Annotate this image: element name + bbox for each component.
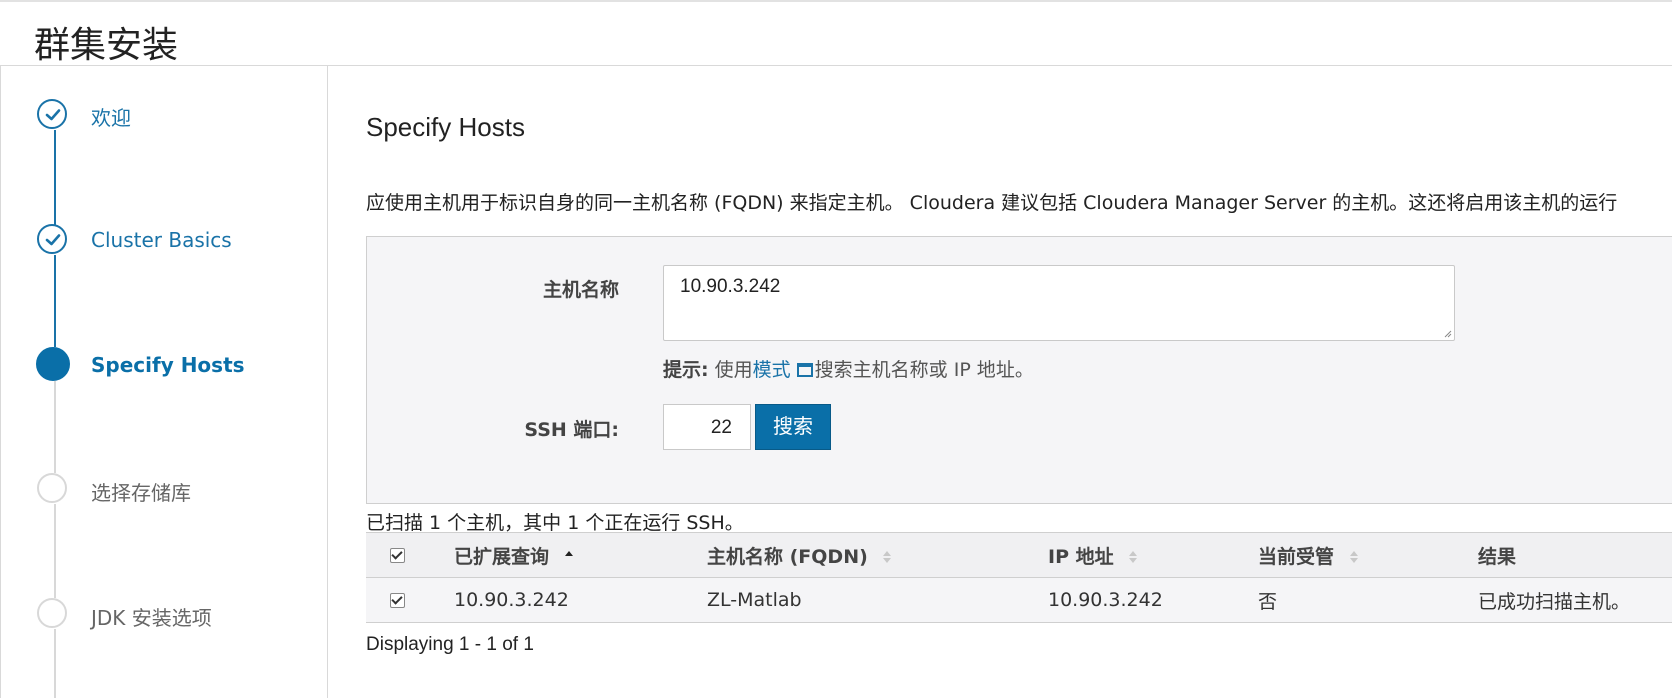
column-label: 主机名称 (FQDN) bbox=[707, 545, 868, 568]
column-header-result: 结果 bbox=[1478, 545, 1517, 568]
search-hint: 提示: 使用模式 搜索主机名称或 IP 地址。 bbox=[663, 355, 1034, 382]
cell-managed: 否 bbox=[1258, 590, 1278, 613]
table-row: 10.90.3.242 ZL-Matlab 10.90.3.242 否 已成功扫… bbox=[366, 577, 1672, 623]
hint-suffix: 搜索主机名称或 IP 地址。 bbox=[814, 359, 1034, 381]
step-active-circle bbox=[36, 347, 70, 381]
ssh-port-label: SSH 端口: bbox=[524, 419, 619, 441]
hint-use: 使用 bbox=[708, 359, 753, 381]
hostname-textarea[interactable]: 10.90.3.242 bbox=[663, 265, 1455, 341]
step-connector bbox=[54, 130, 56, 226]
step-connector bbox=[54, 629, 56, 698]
wizard-sidebar: 欢迎 Cluster Basics Specify Hosts 选择存储库 JD… bbox=[0, 66, 328, 698]
step-label-select-repository: 选择存储库 bbox=[91, 481, 191, 505]
step-label-jdk-options: JDK 安装选项 bbox=[91, 606, 212, 630]
hostname-value: 10.90.3.242 bbox=[680, 276, 781, 297]
sort-both-icon[interactable] bbox=[1349, 550, 1359, 564]
step-connector bbox=[54, 504, 56, 598]
hostname-label: 主机名称 bbox=[542, 279, 619, 301]
step-done-circle bbox=[37, 99, 67, 129]
description-text: 应使用主机用于标识自身的同一主机名称 (FQDN) 来指定主机。 Clouder… bbox=[366, 192, 1618, 214]
host-search-form: 主机名称 10.90.3.242 提示: 使用模式 搜索主机名称或 IP 地址。 … bbox=[366, 236, 1672, 504]
ssh-port-input[interactable]: 22 bbox=[663, 404, 751, 450]
modal-icon[interactable] bbox=[796, 363, 813, 377]
page-header: 群集安装 bbox=[0, 0, 1672, 66]
row-checkbox[interactable] bbox=[390, 593, 405, 608]
pattern-link[interactable]: 模式 bbox=[753, 359, 791, 381]
scan-summary: 已扫描 1 个主机，其中 1 个正在运行 SSH。 bbox=[366, 512, 744, 534]
column-header-fqdn[interactable]: 主机名称 (FQDN) bbox=[707, 533, 1048, 578]
step-done-circle bbox=[37, 224, 67, 254]
search-button[interactable]: 搜索 bbox=[755, 404, 831, 450]
table-header-row: 已扩展查询 主机名称 (FQDN) IP 地址 当前受管 结果 bbox=[366, 532, 1672, 578]
cell-fqdn: ZL-Matlab bbox=[707, 589, 802, 611]
check-icon bbox=[45, 109, 61, 121]
column-label: 当前受管 bbox=[1258, 545, 1335, 568]
column-label: IP 地址 bbox=[1048, 545, 1114, 568]
step-todo-circle bbox=[37, 598, 67, 628]
cell-ip: 10.90.3.242 bbox=[1048, 589, 1163, 611]
row-select-cell bbox=[366, 578, 454, 623]
resize-handle-icon[interactable] bbox=[1442, 328, 1452, 338]
column-header-ip[interactable]: IP 地址 bbox=[1048, 533, 1258, 578]
section-title: Specify Hosts bbox=[366, 112, 525, 142]
page-title: 群集安装 bbox=[34, 25, 179, 66]
sort-both-icon[interactable] bbox=[1128, 550, 1138, 564]
column-label: 已扩展查询 bbox=[454, 545, 550, 568]
check-icon bbox=[45, 234, 61, 246]
step-label-cluster-basics[interactable]: Cluster Basics bbox=[91, 228, 232, 252]
pagination-summary: Displaying 1 - 1 of 1 bbox=[366, 634, 534, 655]
column-header-query[interactable]: 已扩展查询 bbox=[454, 533, 707, 578]
step-connector bbox=[54, 381, 56, 473]
hint-prefix: 提示: bbox=[663, 359, 709, 381]
main-content: Specify Hosts 应使用主机用于标识自身的同一主机名称 (FQDN) … bbox=[328, 66, 1672, 698]
sort-both-icon[interactable] bbox=[882, 550, 892, 564]
sort-ascending-icon[interactable] bbox=[564, 550, 574, 564]
step-connector bbox=[54, 255, 56, 347]
select-all-checkbox[interactable] bbox=[390, 548, 405, 563]
step-label-specify-hosts: Specify Hosts bbox=[91, 353, 245, 377]
cell-query: 10.90.3.242 bbox=[454, 589, 569, 611]
results-table: 已扩展查询 主机名称 (FQDN) IP 地址 当前受管 结果 10.90.3.… bbox=[366, 532, 1672, 623]
step-todo-circle bbox=[37, 473, 67, 503]
column-header-managed[interactable]: 当前受管 bbox=[1258, 533, 1478, 578]
select-all-cell bbox=[366, 533, 454, 578]
cell-result: 已成功扫描主机。 bbox=[1478, 590, 1631, 613]
step-label-welcome[interactable]: 欢迎 bbox=[91, 102, 131, 131]
